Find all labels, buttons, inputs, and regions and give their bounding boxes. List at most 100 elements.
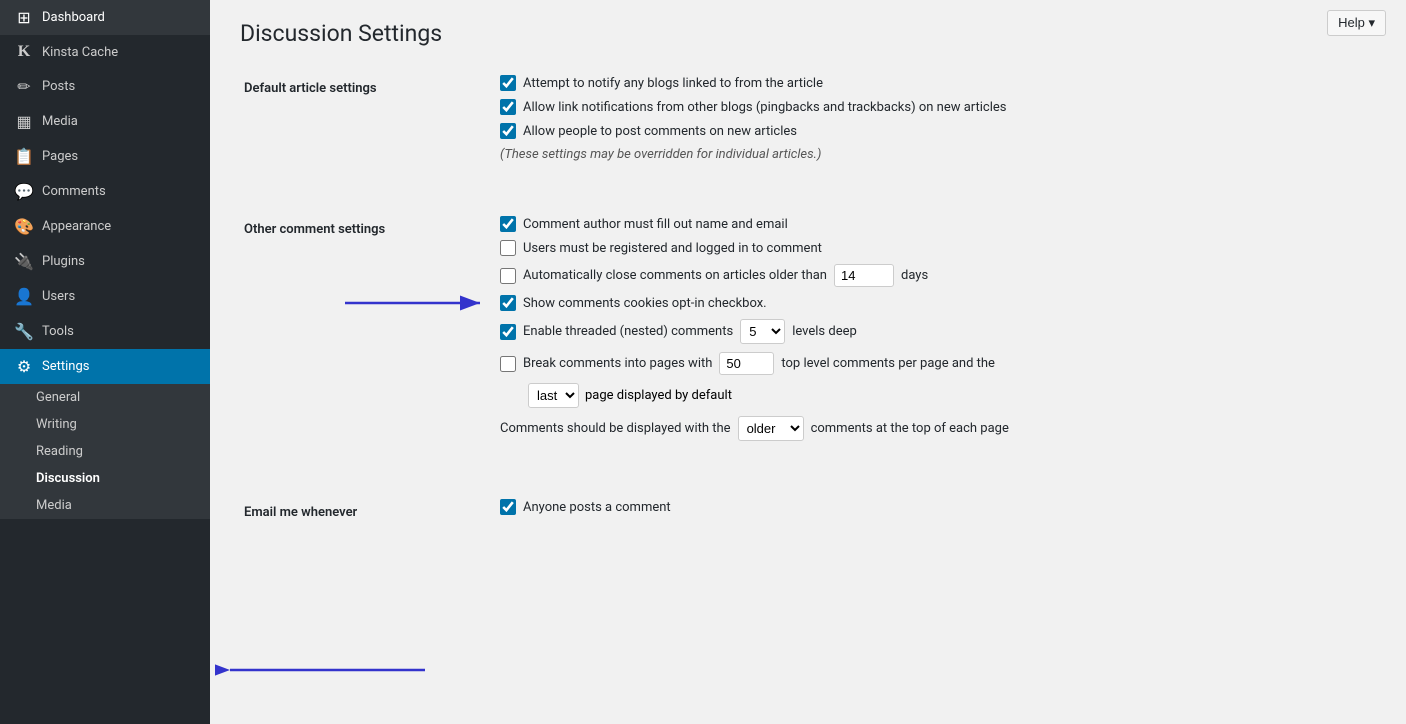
submenu-media-sub[interactable]: Media <box>0 492 210 519</box>
arrow-discussion <box>215 658 425 682</box>
posts-icon: ✏ <box>14 77 34 96</box>
break-pages-suffix: top level comments per page and the <box>781 356 995 371</box>
sidebar-item-pages[interactable]: 📋 Pages <box>0 139 210 174</box>
help-label: Help ▾ <box>1338 15 1375 31</box>
display-order-suffix: comments at the top of each page <box>811 421 1009 436</box>
checkbox-cookies-optin[interactable] <box>500 295 516 311</box>
label-break-pages: Break comments into pages with <box>523 356 712 371</box>
checkbox-notify-blogs[interactable] <box>500 75 516 91</box>
sidebar-item-plugins[interactable]: 🔌 Plugins <box>0 244 210 279</box>
checkbox-anyone-posts[interactable] <box>500 499 516 515</box>
sidebar-label-dashboard: Dashboard <box>42 10 105 25</box>
section-other-comment: Other comment settings Comment author mu… <box>240 208 1376 457</box>
page-title: Discussion Settings <box>240 20 1376 47</box>
settings-submenu: General Writing Reading Discussion Media <box>0 384 210 519</box>
option-allow-pingbacks: Allow link notifications from other blog… <box>500 99 1372 115</box>
submenu-discussion[interactable]: Discussion <box>0 465 210 492</box>
sidebar: ⊞ Dashboard K Kinsta Cache ✏ Posts ▦ Med… <box>0 0 210 724</box>
sidebar-item-appearance[interactable]: 🎨 Appearance <box>0 209 210 244</box>
option-author-name: Comment author must fill out name and em… <box>500 216 1372 232</box>
display-order-select[interactable]: older newer <box>738 416 804 441</box>
sidebar-label-comments: Comments <box>42 184 106 199</box>
settings-table: Default article settings Attempt to noti… <box>240 67 1376 531</box>
option-threaded-comments: Enable threaded (nested) comments 1234 5… <box>500 319 1372 344</box>
sidebar-item-comments[interactable]: 💬 Comments <box>0 174 210 209</box>
sidebar-item-users[interactable]: 👤 Users <box>0 279 210 314</box>
override-note: (These settings may be overridden for in… <box>500 147 1372 162</box>
kinsta-icon: K <box>14 43 34 61</box>
label-auto-close: Automatically close comments on articles… <box>523 268 827 283</box>
sidebar-item-kinsta[interactable]: K Kinsta Cache <box>0 35 210 69</box>
option-allow-comments: Allow people to post comments on new art… <box>500 123 1372 139</box>
checkbox-threaded[interactable] <box>500 324 516 340</box>
submenu-general[interactable]: General <box>0 384 210 411</box>
sidebar-label-posts: Posts <box>42 79 75 94</box>
users-icon: 👤 <box>14 287 34 306</box>
label-anyone-posts: Anyone posts a comment <box>523 500 671 515</box>
option-cookies-optin: Show comments cookies opt-in checkbox. <box>500 295 1372 311</box>
page-display-select[interactable]: last first <box>528 383 579 408</box>
plugins-icon: 🔌 <box>14 252 34 271</box>
dashboard-icon: ⊞ <box>14 8 34 27</box>
label-notify-blogs: Attempt to notify any blogs linked to fr… <box>523 76 823 91</box>
sidebar-label-tools: Tools <box>42 324 74 339</box>
comments-icon: 💬 <box>14 182 34 201</box>
sidebar-label-media: Media <box>42 114 78 129</box>
sidebar-label-appearance: Appearance <box>42 219 111 234</box>
section-email-whenever: Email me whenever Anyone posts a comment <box>240 491 1376 531</box>
sidebar-label-kinsta: Kinsta Cache <box>42 45 118 60</box>
label-allow-pingbacks: Allow link notifications from other blog… <box>523 100 1007 115</box>
comments-per-page-input[interactable] <box>719 352 774 375</box>
sidebar-item-tools[interactable]: 🔧 Tools <box>0 314 210 349</box>
auto-close-days-input[interactable] <box>834 264 894 287</box>
section-default-article: Default article settings Attempt to noti… <box>240 67 1376 174</box>
display-order-row: Comments should be displayed with the ol… <box>500 416 1372 441</box>
sidebar-label-settings: Settings <box>42 359 89 374</box>
arrow-cookies <box>345 291 490 315</box>
page-display-row: last first page displayed by default <box>528 383 1372 408</box>
checkbox-author-name[interactable] <box>500 216 516 232</box>
label-cookies-optin: Show comments cookies opt-in checkbox. <box>523 296 767 311</box>
section-content-email: Anyone posts a comment <box>490 491 1376 531</box>
option-anyone-posts: Anyone posts a comment <box>500 499 1372 515</box>
sidebar-item-posts[interactable]: ✏ Posts <box>0 69 210 104</box>
section-label-other: Other comment settings <box>240 208 490 457</box>
sidebar-item-dashboard[interactable]: ⊞ Dashboard <box>0 0 210 35</box>
section-content-default: Attempt to notify any blogs linked to fr… <box>490 67 1376 174</box>
option-break-pages: Break comments into pages with top level… <box>500 352 1372 375</box>
sidebar-label-plugins: Plugins <box>42 254 85 269</box>
sidebar-label-pages: Pages <box>42 149 78 164</box>
checkbox-allow-pingbacks[interactable] <box>500 99 516 115</box>
sidebar-item-settings[interactable]: ⚙ Settings <box>0 349 210 384</box>
label-threaded: Enable threaded (nested) comments <box>523 324 733 339</box>
section-label-default: Default article settings <box>240 67 490 174</box>
option-auto-close: Automatically close comments on articles… <box>500 264 1372 287</box>
label-author-name: Comment author must fill out name and em… <box>523 217 788 232</box>
tools-icon: 🔧 <box>14 322 34 341</box>
appearance-icon: 🎨 <box>14 217 34 236</box>
label-allow-comments: Allow people to post comments on new art… <box>523 124 797 139</box>
section-label-email: Email me whenever <box>240 491 490 531</box>
checkbox-auto-close[interactable] <box>500 268 516 284</box>
sidebar-item-media[interactable]: ▦ Media <box>0 104 210 139</box>
checkbox-registered-only[interactable] <box>500 240 516 256</box>
main-content: Help ▾ Discussion Settings Default artic… <box>210 0 1406 724</box>
option-notify-blogs: Attempt to notify any blogs linked to fr… <box>500 75 1372 91</box>
page-display-suffix: page displayed by default <box>585 388 732 403</box>
checkbox-break-pages[interactable] <box>500 356 516 372</box>
auto-close-days-suffix: days <box>901 268 928 283</box>
section-content-other: Comment author must fill out name and em… <box>490 208 1376 457</box>
submenu-reading[interactable]: Reading <box>0 438 210 465</box>
checkbox-allow-comments[interactable] <box>500 123 516 139</box>
submenu-writing[interactable]: Writing <box>0 411 210 438</box>
media-icon: ▦ <box>14 112 34 131</box>
label-registered-only: Users must be registered and logged in t… <box>523 241 822 256</box>
threaded-levels-suffix: levels deep <box>792 324 857 339</box>
sidebar-label-users: Users <box>42 289 75 304</box>
display-order-prefix: Comments should be displayed with the <box>500 421 731 436</box>
help-button[interactable]: Help ▾ <box>1327 10 1386 36</box>
threaded-depth-select[interactable]: 1234 5678 910 <box>740 319 785 344</box>
option-registered-only: Users must be registered and logged in t… <box>500 240 1372 256</box>
pages-icon: 📋 <box>14 147 34 166</box>
settings-icon: ⚙ <box>14 357 34 376</box>
